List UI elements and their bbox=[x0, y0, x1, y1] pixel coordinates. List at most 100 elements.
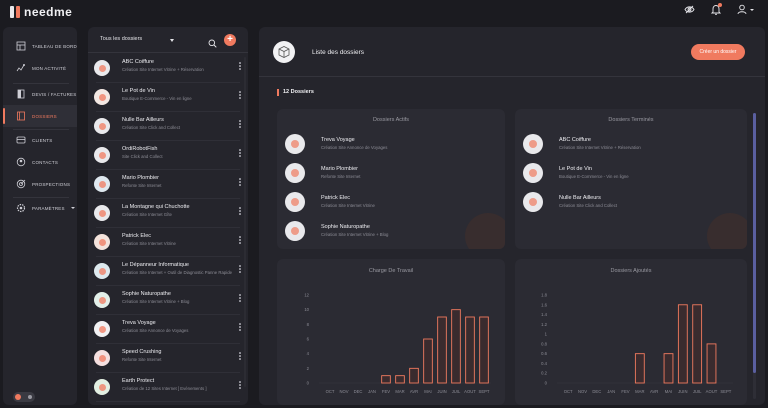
x-tick-label: JAN bbox=[368, 389, 376, 394]
nav-item-prospections[interactable]: PROSPECTIONS bbox=[3, 173, 77, 195]
chart-bar bbox=[692, 304, 703, 384]
card-title: Dossiers Terminés bbox=[608, 117, 654, 123]
dossier-row[interactable]: Le Pot de Vin Boutique E-Commerce - Vin e… bbox=[88, 83, 248, 112]
more-options-icon[interactable] bbox=[239, 62, 241, 70]
dossier-item[interactable]: Nulle Bar Ailleurs Création Site Click an… bbox=[523, 190, 743, 214]
nav-label: PROSPECTIONS bbox=[32, 181, 71, 187]
dossier-row[interactable]: La Montagne qui Chuchotte Création Site I… bbox=[88, 199, 248, 228]
dossier-row[interactable]: Patrick Elec Création Site Internet Vitri… bbox=[88, 228, 248, 257]
main-scrollbar[interactable] bbox=[753, 113, 756, 399]
x-tick-label: MAI bbox=[424, 389, 431, 394]
dossier-row[interactable]: OrdiRobotFish Site Click and Collect bbox=[88, 141, 248, 170]
more-options-icon[interactable] bbox=[239, 178, 241, 186]
dossier-description: Création Site Internet + Outil de Diagno… bbox=[122, 270, 232, 275]
more-options-icon[interactable] bbox=[239, 207, 241, 215]
dossier-item[interactable]: Patrick Elec Création Site Internet Vitri… bbox=[285, 190, 505, 214]
dossier-description: Création Site Internet Gîte bbox=[122, 212, 172, 217]
more-options-icon[interactable] bbox=[239, 265, 241, 273]
app-logo[interactable]: needme bbox=[10, 5, 72, 19]
dossier-description: Création Site Internet Vitrine bbox=[321, 203, 375, 208]
list-scrollbar[interactable] bbox=[244, 57, 246, 387]
chart-bar bbox=[437, 316, 447, 384]
x-tick-label: OCT bbox=[326, 389, 335, 394]
dossier-avatar bbox=[94, 234, 110, 250]
dossier-item[interactable]: Le Pot de Vin Boutique E-Commerce - Vin e… bbox=[523, 161, 743, 185]
nav-item-settings[interactable]: PARAMÈTRES bbox=[3, 197, 77, 219]
user-icon[interactable] bbox=[737, 4, 754, 15]
x-tick-label: AOUT bbox=[464, 389, 476, 394]
nav-item-dossiers[interactable]: DOSSIERS bbox=[3, 105, 77, 127]
top-bar: needme bbox=[0, 0, 768, 24]
x-tick-label: JUIN bbox=[678, 389, 687, 394]
dossier-item[interactable]: Mario Plombier Refonte Site Internet bbox=[285, 161, 505, 185]
box-icon bbox=[273, 41, 295, 63]
bell-icon[interactable] bbox=[711, 3, 722, 15]
nav-item-dashboard[interactable]: TABLEAU DE BORD bbox=[3, 35, 77, 57]
dossier-row[interactable]: Nulle Bar Ailleurs Création Site Click an… bbox=[88, 112, 248, 141]
x-tick-label: JUIN bbox=[437, 389, 446, 394]
dossier-row[interactable]: Sophie Naturopathe Création Site Internet… bbox=[88, 286, 248, 315]
page-title: Liste des dossiers bbox=[312, 49, 365, 56]
chart-title: Charge De Travail bbox=[369, 268, 413, 274]
y-tick-label: 0.8 bbox=[541, 341, 547, 346]
dossier-row[interactable]: Le Dépanneur Informatique Création Site I… bbox=[88, 257, 248, 286]
x-tick-label: FEV bbox=[621, 389, 629, 394]
chevron-down-icon bbox=[750, 8, 754, 11]
nav-label: MON ACTIVITÉ bbox=[32, 65, 67, 71]
eye-slash-icon[interactable] bbox=[684, 5, 695, 14]
x-tick-label: MAR bbox=[395, 389, 404, 394]
more-options-icon[interactable] bbox=[239, 236, 241, 244]
dossier-name: OrdiRobotFish bbox=[122, 146, 158, 152]
more-options-icon[interactable] bbox=[239, 149, 241, 157]
y-tick-label: 0.6 bbox=[541, 351, 547, 356]
dossier-row[interactable]: Earth Protect Création de 12 Sites Intern… bbox=[88, 373, 248, 402]
nav-item-clients[interactable]: CLIENTS bbox=[3, 129, 77, 151]
dossier-name: ABC Coiffure bbox=[122, 59, 154, 65]
dossier-row[interactable]: ABC Coiffure Création Site Internet Vitri… bbox=[88, 54, 248, 83]
chevron-down-icon[interactable] bbox=[170, 39, 174, 42]
more-options-icon[interactable] bbox=[239, 381, 241, 389]
create-dossier-button[interactable]: Créer un dossier bbox=[691, 44, 745, 60]
y-tick-label: 1 bbox=[545, 332, 548, 337]
x-tick-label: AOUT bbox=[706, 389, 718, 394]
dossier-row[interactable]: Mario Plombier Refonte Site Internet bbox=[88, 170, 248, 199]
x-tick-label: OCT bbox=[564, 389, 573, 394]
x-tick-label: JAN bbox=[607, 389, 615, 394]
x-tick-label: FEV bbox=[382, 389, 390, 394]
nav-item-invoices[interactable]: DEVIS / FACTURES bbox=[3, 83, 77, 105]
more-options-icon[interactable] bbox=[239, 352, 241, 360]
search-icon[interactable] bbox=[208, 35, 217, 53]
more-options-icon[interactable] bbox=[239, 294, 241, 302]
dossier-item[interactable]: ABC Coiffure Création Site Internet Vitri… bbox=[523, 132, 743, 156]
x-tick-label: DEC bbox=[592, 389, 601, 394]
dossier-item[interactable]: Treva Voyage Création Site Annonce de Voy… bbox=[285, 132, 505, 156]
chart-bar bbox=[409, 367, 419, 384]
scrollbar-thumb[interactable] bbox=[753, 113, 756, 373]
dossier-list-panel: Tous les dossiers + ABC Coiffure Création… bbox=[88, 27, 248, 405]
add-dossier-button[interactable]: + bbox=[224, 34, 236, 46]
more-options-icon[interactable] bbox=[239, 120, 241, 128]
dossier-name: La Montagne qui Chuchotte bbox=[122, 204, 190, 210]
dossier-description: Refonte Site Internet bbox=[122, 357, 162, 362]
prospection-icon bbox=[15, 179, 26, 190]
x-tick-label: SEPT bbox=[479, 389, 490, 394]
filter-select[interactable]: Tous les dossiers bbox=[100, 36, 142, 42]
chart-bar bbox=[451, 309, 461, 384]
dossier-row[interactable]: Treva Voyage Création Site Annonce de Voy… bbox=[88, 315, 248, 344]
logo-mark bbox=[10, 6, 20, 18]
nav-item-contacts[interactable]: CONTACTS bbox=[3, 151, 77, 173]
nav-item-activity[interactable]: MON ACTIVITÉ bbox=[3, 57, 77, 79]
dossier-description: Création Site Annonce de Voyages bbox=[122, 328, 189, 333]
more-options-icon[interactable] bbox=[239, 91, 241, 99]
more-options-icon[interactable] bbox=[239, 323, 241, 331]
dossier-name: Patrick Elec bbox=[321, 195, 351, 201]
dossier-name: Le Pot de Vin bbox=[559, 166, 592, 172]
workload-chart-card: Charge De Travail 0 2 4 6 8 10 12 OCT NOV DEC JAN FE… bbox=[277, 259, 505, 405]
theme-toggle[interactable] bbox=[13, 392, 35, 402]
dossier-row[interactable]: Speed Crushing Refonte Site Internet bbox=[88, 344, 248, 373]
dossier-avatar bbox=[285, 221, 305, 241]
dossier-avatar bbox=[285, 134, 305, 154]
dossier-name: Patrick Elec bbox=[122, 233, 152, 239]
y-tick-label: 12 bbox=[304, 293, 309, 298]
chart-bar bbox=[381, 375, 391, 384]
